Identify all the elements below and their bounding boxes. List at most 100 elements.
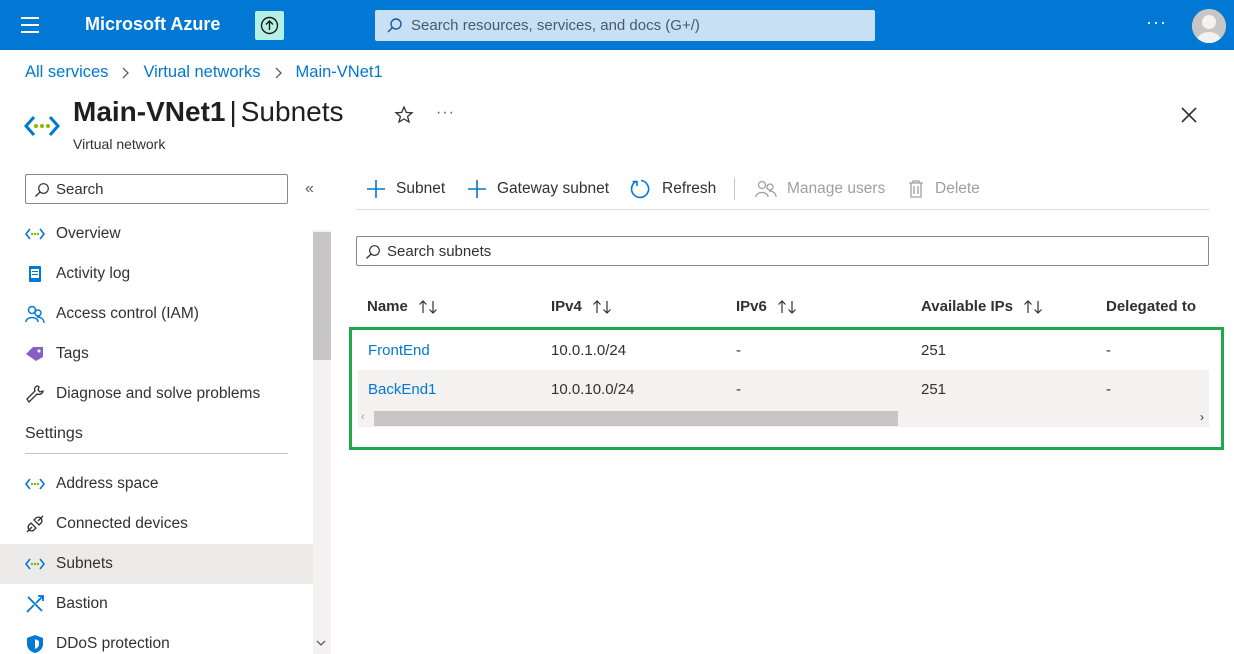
column-header-label: Available IPs <box>921 298 1013 315</box>
nav-item-access-control[interactable]: Access control (IAM) <box>0 294 313 334</box>
command-separator <box>734 178 735 200</box>
delete-label: Delete <box>935 180 980 197</box>
virtual-network-icon <box>23 114 61 143</box>
sort-icon <box>1023 299 1045 315</box>
column-header-ipv4[interactable]: IPv4 <box>551 298 614 315</box>
search-icon <box>365 244 381 265</box>
sort-icon <box>592 299 614 315</box>
nav-search-box[interactable] <box>25 174 288 204</box>
nav-search-input[interactable] <box>56 175 281 203</box>
plus-icon <box>366 179 386 199</box>
nav-scrollbar-thumb[interactable] <box>313 232 331 360</box>
log-icon <box>25 264 45 284</box>
breadcrumb-virtual-networks[interactable]: Virtual networks <box>143 63 260 82</box>
nav-section-settings: Settings <box>0 414 313 464</box>
subnet-search-box[interactable] <box>356 236 1209 266</box>
resource-menu: Overview Activity log Access control (IA… <box>0 214 313 654</box>
global-search-box[interactable] <box>375 10 875 41</box>
plug-icon <box>25 514 45 534</box>
manage-users-button[interactable]: Manage users <box>755 177 885 201</box>
blade-name: Subnets <box>240 96 344 127</box>
search-icon <box>386 17 403 39</box>
nav-section-label: Settings <box>25 425 83 442</box>
table-header: Name IPv4 IPv6 Available IPs Delegated t… <box>356 288 1209 328</box>
nav-item-label: Subnets <box>56 555 113 572</box>
nav-item-label: Address space <box>56 475 159 492</box>
nav-item-ddos-protection[interactable]: DDoS protection <box>0 624 313 654</box>
column-header-name[interactable]: Name <box>367 298 440 315</box>
more-options-icon[interactable]: ··· <box>1146 12 1167 33</box>
sort-icon <box>418 299 440 315</box>
add-gateway-subnet-button[interactable]: Gateway subnet <box>467 177 609 201</box>
column-header-label: IPv6 <box>736 298 767 315</box>
nav-item-label: Access control (IAM) <box>56 305 199 322</box>
column-header-label: IPv4 <box>551 298 582 315</box>
highlight-box <box>349 327 1224 450</box>
add-subnet-button[interactable]: Subnet <box>366 177 445 201</box>
nav-item-bastion[interactable]: Bastion <box>0 584 313 624</box>
shield-icon <box>25 634 45 654</box>
nav-item-overview[interactable]: Overview <box>0 214 313 254</box>
nav-item-label: Tags <box>56 345 89 362</box>
tag-icon <box>25 344 45 364</box>
nav-item-activity-log[interactable]: Activity log <box>0 254 313 294</box>
nav-item-label: Bastion <box>56 595 108 612</box>
refresh-icon <box>630 178 652 200</box>
nav-item-label: Diagnose and solve problems <box>56 385 261 402</box>
hamburger-menu-icon[interactable] <box>14 13 46 37</box>
manage-users-label: Manage users <box>787 180 886 197</box>
vnet-icon <box>25 474 45 494</box>
breadcrumb-main-vnet1[interactable]: Main-VNet1 <box>296 63 383 82</box>
column-header-label: Delegated to <box>1106 298 1197 315</box>
plus-icon <box>467 179 487 199</box>
vnet-icon <box>25 554 45 574</box>
chevron-right-icon <box>121 65 131 81</box>
nav-item-connected-devices[interactable]: Connected devices <box>0 504 313 544</box>
avatar[interactable] <box>1192 9 1226 43</box>
refresh-label: Refresh <box>662 180 717 197</box>
nav-item-label: Connected devices <box>56 515 188 532</box>
column-header-delegated-to[interactable]: Delegated to <box>1106 298 1196 315</box>
page-title: Main-VNet1 | Subnets <box>73 96 344 128</box>
bastion-icon <box>25 594 45 614</box>
column-header-ipv6[interactable]: IPv6 <box>736 298 799 315</box>
nav-item-label: Overview <box>56 225 121 242</box>
breadcrumb-all-services[interactable]: All services <box>25 63 108 82</box>
refresh-button[interactable]: Refresh <box>630 177 716 201</box>
brand-title[interactable]: Microsoft Azure <box>85 14 220 35</box>
upgrade-icon[interactable] <box>255 11 284 40</box>
nav-item-label: DDoS protection <box>56 635 170 652</box>
column-header-label: Name <box>367 298 408 315</box>
wrench-icon <box>25 384 45 404</box>
chevron-right-icon <box>274 65 284 81</box>
trash-icon <box>907 179 925 199</box>
nav-item-diagnose[interactable]: Diagnose and solve problems <box>0 374 313 414</box>
vnet-icon <box>25 224 45 244</box>
title-separator: | <box>229 96 237 127</box>
sort-icon <box>777 299 799 315</box>
more-actions-icon[interactable]: ··· <box>436 104 455 122</box>
page-subtitle: Virtual network <box>73 136 166 152</box>
close-icon[interactable] <box>1180 106 1198 129</box>
nav-item-tags[interactable]: Tags <box>0 334 313 374</box>
global-search-input[interactable] <box>411 10 861 41</box>
delete-button[interactable]: Delete <box>907 177 980 201</box>
search-icon <box>34 182 50 203</box>
people-icon <box>755 179 777 199</box>
command-bar: Subnet Gateway subnet Refresh Manage use… <box>356 172 1209 210</box>
subnet-search-input[interactable] <box>387 237 1187 265</box>
people-icon <box>25 304 45 324</box>
nav-item-address-space[interactable]: Address space <box>0 464 313 504</box>
top-bar: Microsoft Azure ··· <box>0 0 1234 50</box>
column-header-available-ips[interactable]: Available IPs <box>921 298 1045 315</box>
nav-item-label: Activity log <box>56 265 131 282</box>
breadcrumb: All services Virtual networks Main-VNet1 <box>25 63 383 82</box>
scroll-down-arrow-icon[interactable] <box>316 638 326 650</box>
favorite-star-icon[interactable] <box>394 105 414 130</box>
resource-name: Main-VNet1 <box>73 96 226 127</box>
add-gateway-subnet-label: Gateway subnet <box>497 180 610 197</box>
nav-item-subnets[interactable]: Subnets <box>0 544 313 584</box>
collapse-nav-icon[interactable]: « <box>305 180 314 198</box>
divider <box>25 453 288 454</box>
add-subnet-label: Subnet <box>396 180 446 197</box>
